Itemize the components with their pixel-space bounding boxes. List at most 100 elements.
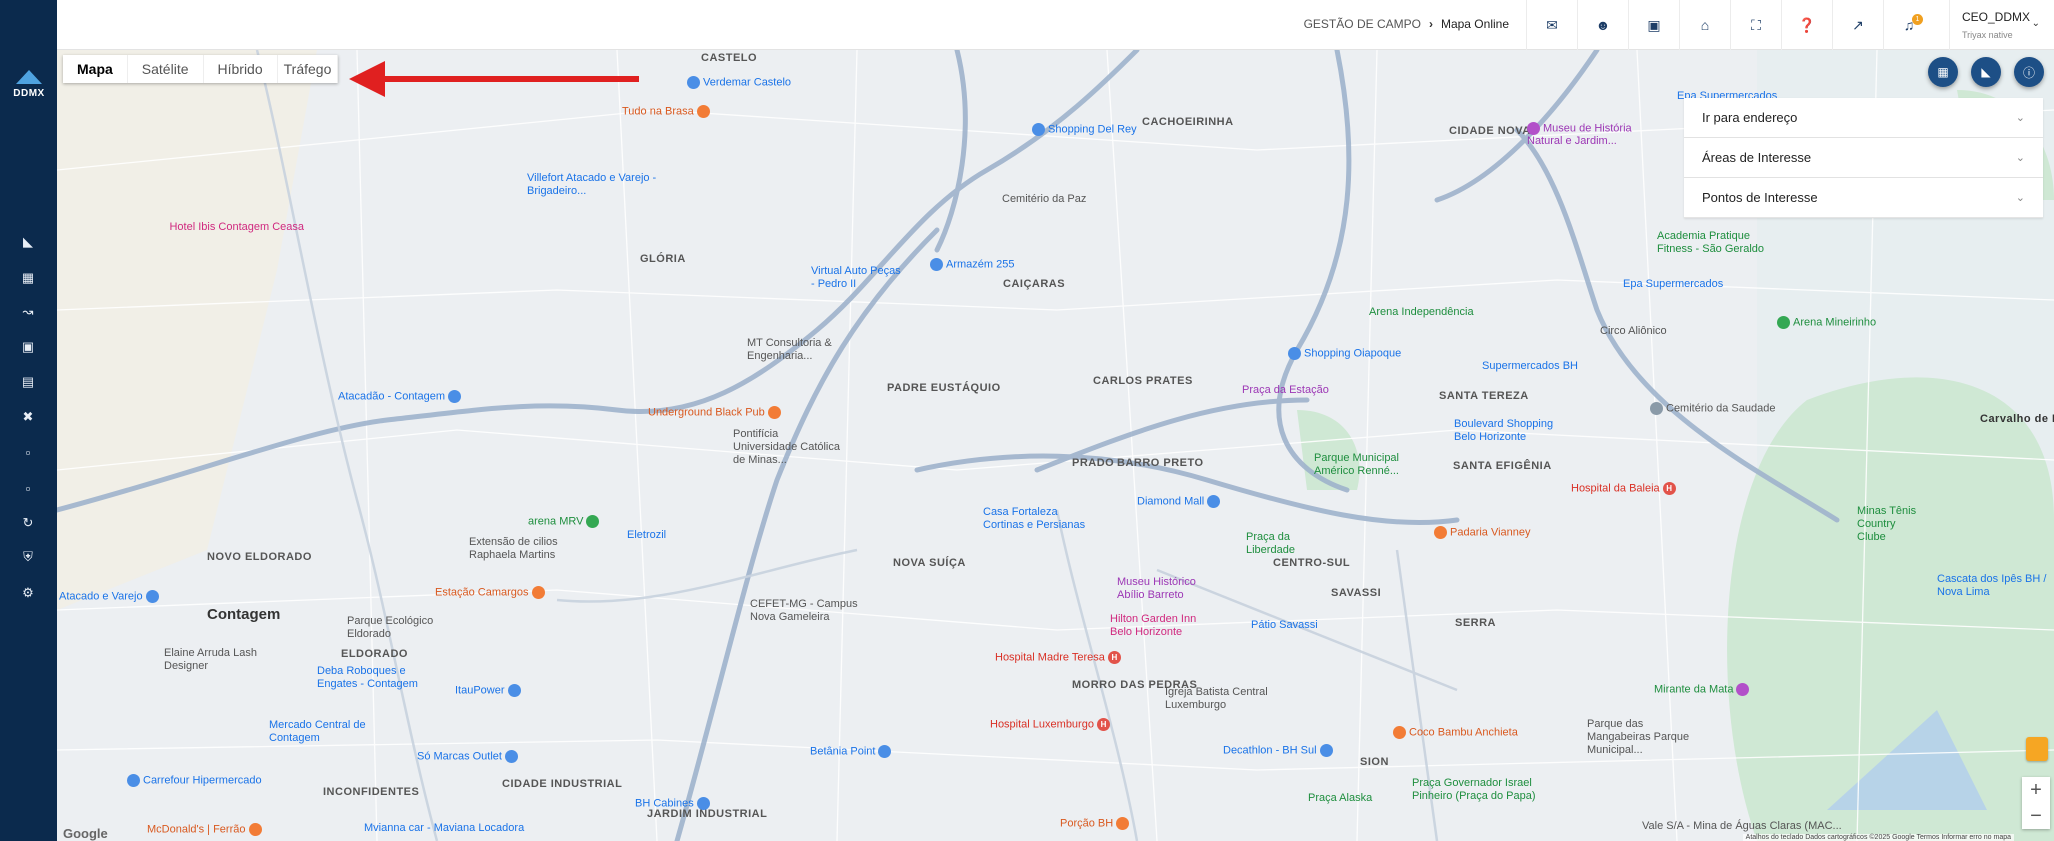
poi-marker[interactable]: Arena Mineirinho [1777,316,1876,329]
poi-marker[interactable]: Hospital Luxemburgo H [990,718,1113,731]
poi-marker[interactable]: Academia Pratique Fitness - São Geraldo [1657,230,1777,256]
poi-marker[interactable]: Estação Camargos [435,586,548,599]
camera-icon[interactable]: ▣ [1628,0,1679,50]
fullscreen-icon[interactable]: ⛶ [1730,0,1781,50]
poi-marker[interactable]: Parque Ecológico Eldorado [347,615,457,641]
neighborhood-label: SANTA EFIGÊNIA [1453,460,1552,472]
map-type-traffic-button[interactable]: Tráfego [278,55,339,83]
file-icon[interactable]: ▤ [16,372,40,392]
poi-marker[interactable]: Hotel Ibis Contagem Ceasa [159,221,304,234]
info-button[interactable]: ⓘ [2014,57,2044,87]
user-menu[interactable]: CEO_DDMX Triyax native ⌄ [1949,0,2054,50]
points-of-interest-accordion[interactable]: Pontos de Interesse ⌄ [1684,178,2043,218]
poi-marker[interactable]: Museu Histórico Abílio Barreto [1117,576,1222,602]
users-icon[interactable]: ☻ [1577,0,1628,50]
map-attribution[interactable]: Atalhos do teclado Dados cartográficos ©… [1742,834,2014,841]
map-type-hybrid-button[interactable]: Híbrido [204,55,278,83]
map-type-map-button[interactable]: Mapa [63,55,128,83]
breadcrumb-parent[interactable]: GESTÃO DE CAMPO [1304,17,1421,31]
poi-marker[interactable]: Atacado e Varejo [59,590,162,603]
poi-marker[interactable]: Eletrozil [627,529,666,542]
poi-marker[interactable]: Museu de História Natural e Jardim... [1527,122,1667,148]
poi-marker[interactable]: Circo Aliônico [1600,325,1667,338]
poi-marker[interactable]: Parque Municipal Américo Renné... [1314,452,1404,478]
poi-marker[interactable]: Coco Bambu Anchieta [1393,726,1518,739]
areas-of-interest-accordion[interactable]: Áreas de Interesse ⌄ [1684,138,2043,178]
document-icon[interactable]: ▫ [16,442,40,462]
poi-marker[interactable]: Igreja Batista Central Luxemburgo [1165,686,1275,712]
poi-marker[interactable]: Diamond Mall [1137,495,1223,508]
map-type-satellite-button[interactable]: Satélite [128,55,204,83]
map-canvas[interactable]: Mapa Satélite Híbrido Tráfego CASTELO CA… [57,50,2054,841]
poi-marker[interactable]: Extensão de cilios Raphaela Martins [469,536,589,562]
poi-marker[interactable]: Supermercados BH [1482,360,1578,373]
car-icon[interactable]: ◣ [16,232,40,252]
poi-marker[interactable]: Underground Black Pub [648,406,784,419]
poi-marker[interactable]: Só Marcas Outlet [417,750,521,763]
poi-marker[interactable]: Praça da Liberdade [1246,531,1296,557]
help-icon[interactable]: ❓ [1781,0,1832,50]
chart-line-icon[interactable]: ↝ [16,302,40,322]
poi-marker[interactable]: Atacadão - Contagem [338,390,464,403]
chat-icon[interactable]: ✉ [1526,0,1577,50]
poi-marker[interactable]: Epa Supermercados [1623,278,1723,291]
poi-marker[interactable]: Mvianna car - Maviana Locadora [364,822,524,835]
poi-marker[interactable]: MT Consultoria & Engenharia... [747,337,857,363]
poi-marker[interactable]: Porção BH [1060,817,1132,830]
id-card-icon[interactable]: ▦ [16,268,40,288]
route-icon[interactable]: ↻ [16,513,40,533]
poi-marker[interactable]: Boulevard Shopping Belo Horizonte [1454,418,1574,444]
poi-marker[interactable]: Elaine Arruda Lash Designer [164,647,264,673]
poi-marker[interactable]: Casa Fortaleza Cortinas e Persianas [983,506,1093,532]
poi-marker[interactable]: Cemitério da Saudade [1650,402,1775,415]
poi-marker[interactable]: Cascata dos Ipês BH / Nova Lima [1937,573,2047,599]
poi-marker[interactable]: BH Cabines [635,797,713,810]
poi-marker[interactable]: CEFET-MG - Campus Nova Gameleira [750,598,860,624]
poi-marker[interactable]: Praça Alaska [1308,792,1372,805]
poi-marker[interactable]: Cemitério da Paz [1002,193,1086,206]
poi-marker[interactable]: Parque das Mangabeiras Parque Municipal.… [1587,718,1697,757]
poi-marker[interactable]: ItauPower [455,684,524,697]
zoom-in-button[interactable]: + [2022,777,2050,803]
poi-marker[interactable]: Padaria Vianney [1434,526,1531,539]
poi-marker[interactable]: Pátio Savassi [1251,619,1318,632]
vehicles-button[interactable]: ◣ [1971,57,2001,87]
settings-icon[interactable]: ⚙ [16,583,40,603]
external-link-icon[interactable]: ↗ [1832,0,1883,50]
poi-marker[interactable]: Villefort Atacado e Varejo - Brigadeiro.… [527,172,692,198]
poi-marker[interactable]: Praça Governador Israel Pinheiro (Praça … [1412,777,1562,803]
poi-marker[interactable]: Carrefour Hipermercado [127,774,262,787]
poi-marker[interactable]: Decathlon - BH Sul [1223,744,1336,757]
poi-marker[interactable]: Praça da Estação [1242,384,1329,397]
poi-marker[interactable]: Armazém 255 [930,258,1014,271]
poi-marker[interactable]: Hospital Madre Teresa H [995,651,1124,664]
poi-marker[interactable]: Pontifícia Universidade Católica de Mina… [733,428,843,467]
goto-address-accordion[interactable]: Ir para endereço ⌄ [1684,98,2043,138]
poi-marker[interactable]: Mirante da Mata [1654,683,1752,696]
poi-marker[interactable]: Minas Tênis Country Clube [1857,505,1927,544]
ddmx-logo[interactable]: DDMX [6,70,52,108]
poi-marker[interactable]: Betânia Point [810,745,894,758]
poi-marker[interactable]: Verdemar Castelo [687,76,791,89]
poi-marker[interactable]: Deba Roboques e Engates - Contagem [317,665,437,691]
poi-marker[interactable]: Arena Independência [1369,306,1474,319]
zoom-out-button[interactable]: − [2022,803,2050,829]
poi-marker[interactable]: Hospital da Baleia H [1571,482,1679,495]
poi-marker[interactable]: Mercado Central de Contagem [269,719,379,745]
building-icon[interactable]: ▣ [16,337,40,357]
poi-marker[interactable]: Tudo na Brasa [622,105,713,118]
home-icon[interactable]: ⌂ [1679,0,1730,50]
poi-marker[interactable]: Vale S/A - Mina de Águas Claras (MAC... [1642,820,1842,833]
tools-icon[interactable]: ✖ [16,407,40,427]
poi-marker[interactable]: arena MRV [528,515,602,528]
street-view-pegman[interactable] [2026,737,2048,761]
poi-marker[interactable]: Shopping Del Rey [1032,123,1137,136]
poi-marker[interactable]: McDonald's | Ferrão [147,823,265,836]
poi-marker[interactable]: Shopping Oiapoque [1288,347,1401,360]
poi-marker[interactable]: Virtual Auto Peças - Pedro II [811,265,901,291]
poi-marker[interactable]: Hilton Garden Inn Belo Horizonte [1110,613,1215,639]
shield-icon[interactable]: ⛨ [16,547,40,567]
layers-button[interactable]: ▦ [1928,57,1958,87]
document-alt-icon[interactable]: ▫ [16,478,40,498]
bell-icon[interactable]: ♫ 1 [1883,0,1934,50]
